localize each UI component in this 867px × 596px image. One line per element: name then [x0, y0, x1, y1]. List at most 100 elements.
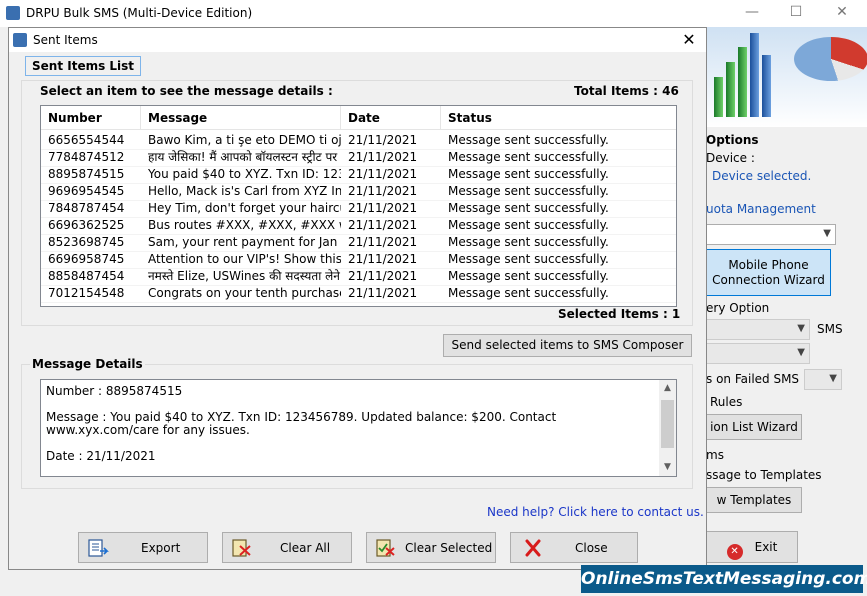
export-button[interactable]: Export [78, 532, 208, 563]
cell-message: You paid $40 to XYZ. Txn ID: 1234 [148, 167, 341, 181]
cell-date: 21/11/2021 [348, 286, 418, 300]
cell-number: 7848787454 [48, 201, 125, 215]
table-row[interactable]: 6656554544 Bawo Kim, a ti şe eto DEMO ti … [41, 132, 676, 149]
device-selected-link[interactable]: Device selected. [712, 169, 811, 183]
cell-number: 7784874512 [48, 150, 125, 164]
cell-number: 6696362525 [48, 218, 125, 232]
mobile-phone-btn-line2: Connection Wizard [712, 273, 825, 287]
chevron-down-icon: ▼ [797, 347, 805, 358]
minimize-icon[interactable]: — [742, 4, 762, 22]
table-row[interactable]: 6696362525 Bus routes #XXX, #XXX, #XXX wi… [41, 217, 676, 234]
rules-label: Rules [710, 395, 743, 409]
dialog-titlebar: Sent Items ✕ [9, 28, 706, 52]
close-main-icon[interactable]: ✕ [832, 4, 852, 22]
help-contact-link[interactable]: Need help? Click here to contact us. [487, 505, 704, 519]
list-wizard-button[interactable]: ion List Wizard [706, 414, 802, 440]
export-label: Export [141, 541, 181, 555]
close-x-icon [525, 539, 541, 557]
close-label: Close [575, 541, 608, 555]
sms-label: SMS [817, 322, 843, 336]
export-icon [88, 539, 109, 557]
scroll-thumb[interactable] [661, 400, 674, 448]
cell-status: Message sent successfully. [448, 133, 609, 147]
graphic-pie [794, 37, 867, 81]
delivery-option-dropdown[interactable]: ▼ [706, 319, 810, 340]
cell-status: Message sent successfully. [448, 201, 609, 215]
message-details-textarea[interactable]: Number : 8895874515 Message : You paid $… [40, 379, 677, 477]
table-row[interactable]: 7012154548 Congrats on your tenth purchas… [41, 285, 676, 302]
cell-message: Hello, Mack is's Carl from XYZ Insu [148, 184, 341, 198]
clear-selected-icon [376, 539, 395, 557]
clear-selected-button[interactable]: Clear Selected [366, 532, 496, 563]
chevron-down-icon: ▼ [823, 228, 831, 239]
sent-items-dialog: Sent Items ✕ Sent Items List Select an i… [8, 27, 707, 570]
cell-date: 21/11/2021 [348, 150, 418, 164]
table-row[interactable]: 7784874512 हाय जेसिका! मैं आपको बॉयलस्टन … [41, 149, 676, 166]
column-header-date[interactable]: Date [341, 106, 441, 130]
close-button[interactable]: Close [510, 532, 638, 563]
cell-message: हाय जेसिका! मैं आपको बॉयलस्टन स्ट्रीट पर… [148, 150, 341, 164]
clear-selected-label: Clear Selected [405, 541, 493, 555]
details-scrollbar[interactable]: ▲ ▼ [659, 380, 676, 476]
row-divider [41, 302, 676, 303]
right-options-panel: Options Device : Device selected. uota M… [706, 127, 867, 567]
cell-number: 8858487454 [48, 269, 125, 283]
total-items-count: Total Items : 46 [574, 84, 679, 98]
secondary-option-dropdown[interactable]: ▼ [706, 343, 810, 364]
options-heading: Options [706, 133, 759, 147]
table-row[interactable]: 7848787454 Hey Tim, don't forget your hai… [41, 200, 676, 217]
dialog-close-icon[interactable]: ✕ [678, 29, 700, 51]
table-row[interactable]: 8895874515 You paid $40 to XYZ. Txn ID: 1… [41, 166, 676, 183]
cell-status: Message sent successfully. [448, 286, 609, 300]
table-row[interactable]: 9696954545 Hello, Mack is's Carl from XYZ… [41, 183, 676, 200]
cell-number: 6696958745 [48, 252, 125, 266]
cell-date: 21/11/2021 [348, 218, 418, 232]
cell-date: 21/11/2021 [348, 201, 418, 215]
device-dropdown[interactable]: ▼ [706, 224, 836, 245]
clear-all-icon [232, 539, 251, 557]
cell-status: Message sent successfully. [448, 235, 609, 249]
cell-number: 8523698745 [48, 235, 125, 249]
column-header-number[interactable]: Number [41, 106, 141, 130]
instruction-text: Select an item to see the message detail… [40, 84, 333, 98]
tab-sent-items-list[interactable]: Sent Items List [25, 56, 142, 76]
message-details-heading: Message Details [30, 357, 145, 371]
table-row[interactable]: 8858487454 नमस्ते Elize, USWines की सदस्य… [41, 268, 676, 285]
scroll-up-icon[interactable]: ▲ [659, 380, 676, 397]
table-header: Number Message Date Status [41, 106, 676, 130]
column-header-message[interactable]: Message [141, 106, 341, 130]
cell-status: Message sent successfully. [448, 167, 609, 181]
graphic-bar [750, 33, 759, 117]
cell-date: 21/11/2021 [348, 269, 418, 283]
scroll-down-icon[interactable]: ▼ [659, 459, 676, 476]
mobile-phone-connection-wizard-button[interactable]: Mobile Phone Connection Wizard [706, 249, 831, 296]
main-window-title: DRPU Bulk SMS (Multi-Device Edition) [26, 6, 253, 20]
failed-sms-dropdown[interactable]: ▼ [804, 369, 842, 390]
graphic-bar [714, 77, 723, 117]
device-label: Device : [706, 151, 755, 165]
cell-message: Congrats on your tenth purchase! [148, 286, 341, 300]
graphic-bar [762, 55, 771, 117]
clear-all-label: Clear All [280, 541, 331, 555]
exit-button-label: Exit [754, 540, 778, 554]
maximize-icon[interactable]: ☐ [786, 4, 806, 22]
app-icon [6, 6, 20, 20]
send-to-composer-button[interactable]: Send selected items to SMS Composer [443, 334, 692, 357]
save-to-templates-label: ssage to Templates [706, 468, 822, 482]
table-row[interactable]: 8523698745 Sam, your rent payment for Jan… [41, 234, 676, 251]
quota-management-link[interactable]: uota Management [706, 202, 816, 216]
details-number-line: Number : 8895874515 [46, 384, 183, 398]
table-row[interactable]: 6696958745 Attention to our VIP's! Show t… [41, 251, 676, 268]
cell-number: 6656554544 [48, 133, 125, 147]
main-titlebar: DRPU Bulk SMS (Multi-Device Edition) — ☐… [0, 0, 867, 27]
sent-items-table[interactable]: Number Message Date Status 6656554544 Baw… [40, 105, 677, 307]
cell-number: 9696954545 [48, 184, 125, 198]
view-templates-button[interactable]: w Templates [706, 487, 802, 513]
delivery-option-label: ery Option [706, 301, 770, 315]
clear-all-button[interactable]: Clear All [222, 532, 352, 563]
exit-button[interactable]: ✕ Exit [706, 531, 798, 563]
cell-status: Message sent successfully. [448, 184, 609, 198]
mobile-phone-btn-line1: Mobile Phone [728, 258, 809, 272]
column-header-status[interactable]: Status [441, 106, 676, 130]
cell-message: Hey Tim, don't forget your haircut [148, 201, 341, 215]
